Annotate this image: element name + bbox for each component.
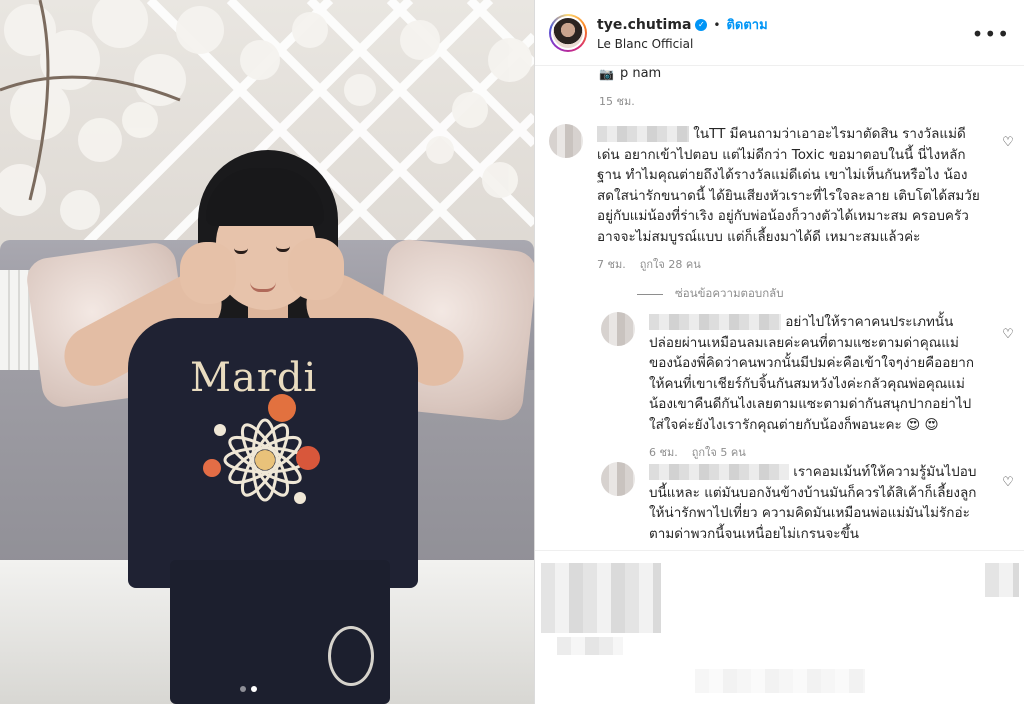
replier-name-blurred[interactable] bbox=[649, 314, 781, 330]
previous-comment-text: p nam bbox=[619, 66, 662, 81]
shorts-logo bbox=[328, 626, 374, 686]
comment-item: ในTT มีคนถามว่าเอาอะไรมาตัดสิน รางวัลแม่… bbox=[597, 124, 981, 273]
blurred-save-icon bbox=[985, 563, 1019, 597]
previous-comment: 📷 p nam bbox=[599, 66, 661, 81]
follow-button[interactable]: ติดตาม bbox=[726, 14, 767, 35]
commenter-name-blurred[interactable] bbox=[597, 126, 689, 142]
carousel-dot-active bbox=[251, 686, 257, 692]
audio-subtitle[interactable]: Le Blanc Official bbox=[597, 37, 768, 51]
comment-likes[interactable]: ถูกใจ 28 คน bbox=[640, 255, 701, 273]
verified-badge-icon: ✓ bbox=[695, 18, 708, 31]
replies-line bbox=[637, 293, 663, 295]
comments-list[interactable]: 📷 p nam 15 ชม. ในTT มีคนถามว่าเอาอะไรมาต… bbox=[535, 66, 1024, 550]
carousel-indicator bbox=[240, 686, 257, 692]
comment-meta: 7 ชม. ถูกใจ 28 คน bbox=[597, 255, 981, 273]
post-panel: tye.chutima ✓ • ติดตาม Le Blanc Official… bbox=[534, 0, 1024, 704]
reply-avatar[interactable] bbox=[601, 462, 635, 496]
reply-likes[interactable]: ถูกใจ 5 คน bbox=[692, 443, 746, 461]
blurred-likes bbox=[557, 637, 623, 655]
reply-meta: 6 ชม. ถูกใจ 5 คน bbox=[649, 443, 979, 461]
carousel-dot bbox=[240, 686, 246, 692]
replier-name-blurred[interactable] bbox=[649, 464, 789, 480]
reply-text-block: เราคอมเม้นท์ให้ความรู้มันไปอบบนี้แหละ แต… bbox=[649, 462, 989, 544]
camera-emoji-icon: 📷 bbox=[599, 66, 614, 81]
post-header: tye.chutima ✓ • ติดตาม Le Blanc Official… bbox=[535, 0, 1024, 66]
hide-replies-label: ซ่อนข้อความตอบกลับ bbox=[675, 286, 784, 300]
child-hand-right bbox=[288, 238, 344, 300]
heart-icon[interactable]: ♡ bbox=[1001, 136, 1015, 150]
reply-text: อย่าไปให้ราคาคนประเภทนั้นปล่อยผ่านเหมือน… bbox=[649, 314, 975, 433]
comment-time: 7 ชม. bbox=[597, 258, 626, 271]
blurred-comment-input bbox=[695, 669, 865, 693]
reply-time: 6 ชม. bbox=[649, 446, 678, 459]
heart-icon[interactable]: ♡ bbox=[1001, 328, 1015, 342]
comment-text-block: ในTT มีคนถามว่าเอาอะไรมาตัดสิน รางวัลแม่… bbox=[597, 124, 981, 247]
previous-comment-time: 15 ชม. bbox=[599, 95, 635, 108]
heart-icon[interactable]: ♡ bbox=[1001, 476, 1015, 490]
reply-item: เราคอมเม้นท์ให้ความรู้มันไปอบบนี้แหละ แต… bbox=[649, 462, 989, 544]
reply-text-block: อย่าไปให้ราคาคนประเภทนั้นปล่อยผ่านเหมือน… bbox=[649, 312, 979, 435]
blurred-action-bar bbox=[541, 563, 661, 633]
reply-emoji: 😍 😍 bbox=[906, 416, 939, 433]
hide-replies-toggle[interactable]: ซ่อนข้อความตอบกลับ bbox=[637, 285, 784, 303]
reply-item: อย่าไปให้ราคาคนประเภทนั้นปล่อยผ่านเหมือน… bbox=[649, 312, 979, 461]
profile-avatar[interactable] bbox=[549, 13, 587, 52]
post-photo[interactable]: Mardi bbox=[0, 0, 534, 704]
commenter-avatar[interactable] bbox=[549, 124, 583, 158]
post-footer-blurred bbox=[535, 550, 1024, 704]
separator-dot: • bbox=[713, 17, 721, 32]
more-options-icon[interactable]: ••• bbox=[972, 22, 1010, 46]
child-hand-left bbox=[180, 242, 236, 304]
shirt-flower-print bbox=[203, 394, 320, 504]
username[interactable]: tye.chutima bbox=[597, 17, 691, 33]
reply-avatar[interactable] bbox=[601, 312, 635, 346]
comment-text: ในTT มีคนถามว่าเอาอะไรมาตัดสิน รางวัลแม่… bbox=[597, 126, 980, 245]
